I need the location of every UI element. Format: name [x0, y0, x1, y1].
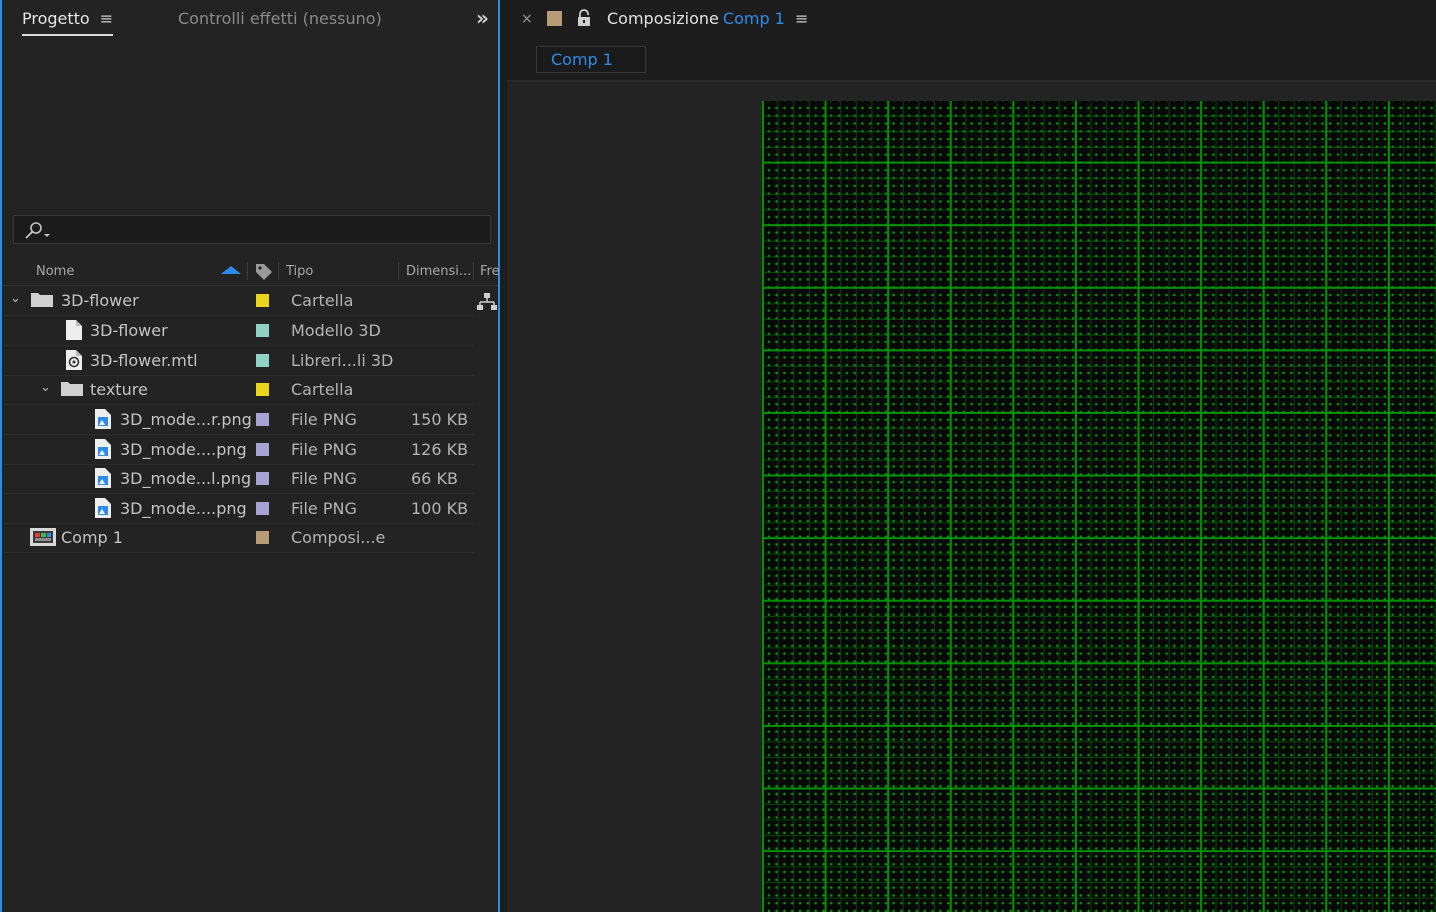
item-type: Cartella — [291, 291, 354, 310]
material-file-icon — [66, 350, 82, 370]
item-size: 100 KB — [411, 499, 469, 518]
panel-overflow-icon[interactable]: » — [476, 6, 489, 30]
item-name: 3D_mode...l.png — [120, 469, 252, 488]
column-divider[interactable] — [398, 262, 399, 280]
column-divider[interactable] — [473, 262, 474, 280]
item-name: 3D_mode...r.png — [120, 410, 252, 429]
item-name: 3D-flower — [90, 321, 168, 340]
lock-icon[interactable] — [576, 9, 592, 27]
item-type: Cartella — [291, 380, 354, 399]
item-type: Composi...e — [291, 528, 386, 547]
composition-panel: × Composizione Comp 1 ≡ Comp 1 — [507, 0, 1436, 912]
list-item[interactable]: 3D-flower.mtl Libreri...li 3D — [4, 346, 474, 376]
item-type: File PNG — [291, 469, 357, 488]
panel-menu-icon[interactable]: ≡ — [100, 9, 113, 28]
folder-icon — [31, 293, 53, 307]
project-panel: Progetto ≡ Controlli effetti (nessuno) » … — [0, 0, 500, 912]
label-color-swatch[interactable] — [256, 413, 269, 426]
item-size: 126 KB — [411, 440, 469, 459]
search-field[interactable] — [13, 215, 491, 244]
composition-viewer[interactable] — [507, 82, 1436, 912]
file-icon — [66, 320, 82, 340]
item-size: 66 KB — [411, 469, 458, 488]
label-color-swatch[interactable] — [256, 354, 269, 367]
column-divider[interactable] — [247, 262, 248, 280]
list-item[interactable]: 3D_mode....png File PNG 126 KB — [4, 435, 474, 465]
search-icon — [25, 222, 50, 239]
item-name: 3D_mode....png — [120, 440, 247, 459]
expand-chevron-icon[interactable]: ⌄ — [10, 291, 21, 306]
list-item[interactable]: ⌄ 3D-flower Cartella — [4, 286, 474, 316]
item-name: texture — [90, 380, 148, 399]
composition-title-prefix: Composizione — [607, 9, 719, 28]
item-type: File PNG — [291, 499, 357, 518]
label-color-swatch[interactable] — [256, 443, 269, 456]
list-item[interactable]: Comp 1 Composi...e — [4, 523, 474, 553]
column-dimensioni[interactable]: Dimensi... — [406, 264, 471, 279]
item-type: File PNG — [291, 440, 357, 459]
composition-panel-title[interactable]: Composizione Comp 1 — [607, 9, 785, 28]
png-file-icon — [95, 498, 111, 518]
item-name: Comp 1 — [61, 528, 123, 547]
composition-tab-bar: Comp 1 — [507, 40, 1436, 82]
label-color-swatch[interactable] — [256, 383, 269, 396]
tab-progetto-label: Progetto — [22, 9, 90, 28]
item-name: 3D_mode....png — [120, 499, 247, 518]
label-color-swatch[interactable] — [256, 472, 269, 485]
item-name: 3D-flower — [61, 291, 139, 310]
tab-comp-1[interactable]: Comp 1 — [536, 46, 646, 73]
png-file-icon — [95, 409, 111, 429]
list-item[interactable]: ⌄ texture Cartella — [4, 375, 474, 405]
list-item[interactable]: 3D-flower Modello 3D — [4, 316, 474, 346]
column-tipo[interactable]: Tipo — [286, 264, 313, 279]
sort-ascending-icon[interactable] — [221, 266, 241, 274]
label-color-swatch[interactable] — [256, 531, 269, 544]
label-color-swatch[interactable] — [256, 502, 269, 515]
png-file-icon — [95, 439, 111, 459]
composition-color-swatch[interactable] — [547, 11, 562, 26]
panel-menu-icon[interactable]: ≡ — [795, 9, 808, 28]
folder-icon — [61, 382, 83, 396]
composition-canvas-grid[interactable] — [762, 101, 1436, 912]
item-name: 3D-flower.mtl — [90, 351, 198, 370]
expand-chevron-icon[interactable]: ⌄ — [40, 380, 51, 395]
png-file-icon — [95, 468, 111, 488]
composition-icon — [30, 528, 56, 546]
column-nome[interactable]: Nome — [36, 264, 74, 279]
column-frequenza[interactable]: Fre — [480, 264, 500, 279]
column-header-row: Nome Tipo Dimensi... Fre — [2, 259, 500, 286]
list-item[interactable]: 3D_mode...l.png File PNG 66 KB — [4, 464, 474, 494]
search-input[interactable] — [58, 220, 482, 242]
tab-progetto[interactable]: Progetto ≡ — [22, 9, 114, 36]
composition-panel-header: × Composizione Comp 1 ≡ — [507, 0, 1436, 40]
item-type: Modello 3D — [291, 321, 381, 340]
column-divider[interactable] — [278, 262, 279, 280]
composition-title-name: Comp 1 — [722, 9, 785, 28]
list-item[interactable]: 3D_mode....png File PNG 100 KB — [4, 494, 474, 524]
item-type: File PNG — [291, 410, 357, 429]
close-panel-icon[interactable]: × — [521, 11, 533, 27]
tab-controlli-effetti[interactable]: Controlli effetti (nessuno) — [178, 9, 382, 28]
item-type: Libreri...li 3D — [291, 351, 394, 370]
flowchart-icon[interactable] — [476, 292, 498, 312]
label-color-swatch[interactable] — [256, 294, 269, 307]
item-size: 150 KB — [411, 410, 469, 429]
list-item[interactable]: 3D_mode...r.png File PNG 150 KB — [4, 405, 474, 435]
label-tag-icon[interactable] — [254, 262, 274, 282]
label-color-swatch[interactable] — [256, 324, 269, 337]
